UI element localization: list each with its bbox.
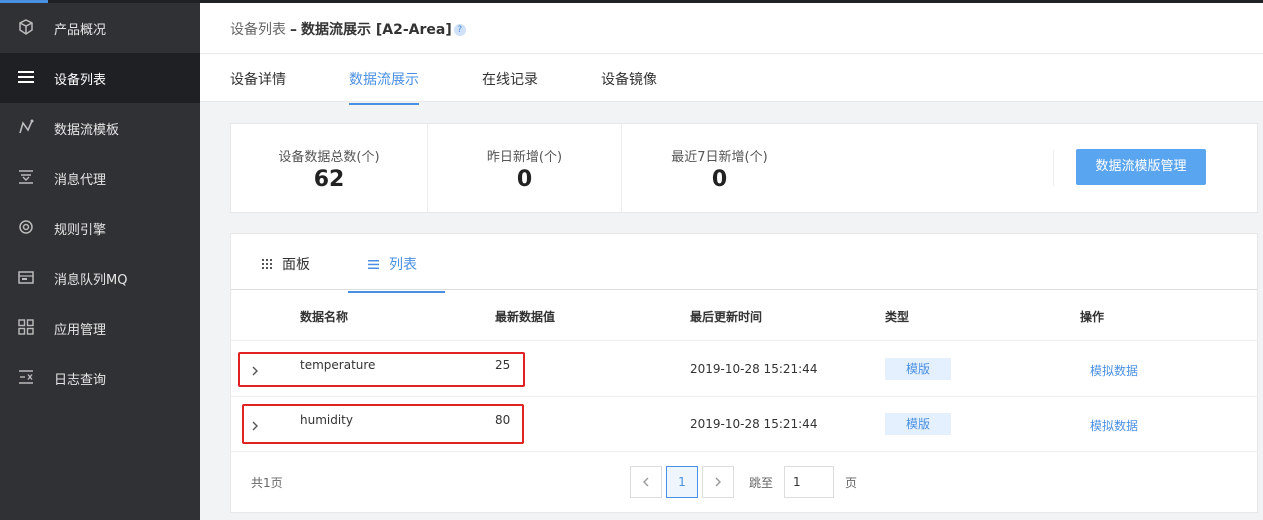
view-tab-list[interactable]: 列表 [348,254,445,293]
stat-value: 62 [313,167,345,192]
stat-value: 0 [711,167,728,192]
header-bar: 设备列表 – 数据流展示 [A2-Area]? [200,3,1263,54]
log-icon [17,368,35,386]
prev-page-button[interactable] [630,466,662,498]
sidebar-item-dataflow-template[interactable]: 数据流模板 [0,103,200,153]
update-time-cell: 2019-10-28 15:21:44 [690,417,818,431]
jump-page-input[interactable] [784,466,834,498]
view-tab-label: 面板 [282,257,310,273]
jump-to-label: 跳至 [749,476,774,490]
stat-label: 设备数据总数(个) [278,150,380,165]
breadcrumb-parent-link[interactable]: 设备列表 [230,22,286,38]
sidebar-item-message-queue[interactable]: 消息队列MQ [0,253,200,303]
pagination: 共1页 1 跳至 页 [231,454,1257,512]
sidebar-item-label: 规则引擎 [54,222,107,238]
column-header-name: 数据名称 [300,310,349,324]
type-badge: 模版 [885,413,951,435]
breadcrumb-separator: – [290,22,297,38]
sidebar-item-message-proxy[interactable]: 消息代理 [0,153,200,203]
rule-engine-icon [17,218,35,236]
simulate-data-link[interactable]: 模拟数据 [1090,417,1138,434]
dataflow-icon [17,118,35,136]
stat-last-7-days: 最近7日新增(个) 0 [622,124,817,212]
simulate-data-link[interactable]: 模拟数据 [1090,362,1138,379]
list-icon [368,259,379,269]
stat-value: 0 [516,167,533,192]
table-row: temperature 25 2019-10-28 15:21:44 模版 模拟… [231,342,1257,397]
data-name-cell: temperature [300,358,376,372]
divider [1053,150,1054,186]
sidebar-item-label: 产品概况 [54,22,107,38]
sidebar-item-device-list[interactable]: 设备列表 [0,53,200,103]
next-page-button[interactable] [702,466,734,498]
stat-total: 设备数据总数(个) 62 [231,124,427,212]
type-badge: 模版 [885,358,951,380]
table-header: 数据名称 最新数据值 最后更新时间 类型 操作 [231,291,1257,341]
data-name-cell: humidity [300,413,353,427]
tab-online-records[interactable]: 在线记录 [482,69,538,89]
top-line [0,0,1263,3]
stats-card: 设备数据总数(个) 62 昨日新增(个) 0 最近7日新增(个) 0 数据流模版… [230,123,1258,213]
breadcrumb-current: 数据流展示 [A2-Area] [301,22,452,38]
main-content: 设备列表 – 数据流展示 [A2-Area]? 设备详情 数据流展示 在线记录 设备… [200,3,1263,520]
sidebar-item-label: 应用管理 [54,322,107,338]
view-tab-panel[interactable]: 面板 [262,254,310,274]
sidebar-item-label: 消息代理 [54,172,107,188]
sidebar-item-app-management[interactable]: 应用管理 [0,303,200,353]
sidebar-item-label: 设备列表 [54,72,107,88]
sidebar-item-rule-engine[interactable]: 规则引擎 [0,203,200,253]
chevron-left-icon [643,477,649,487]
breadcrumb: 设备列表 – 数据流展示 [A2-Area]? [230,19,466,39]
sidebar-item-product-overview[interactable]: 产品概况 [0,3,200,53]
grid-dots-icon [262,259,272,269]
stat-yesterday: 昨日新增(个) 0 [428,124,621,212]
sidebar: 产品概况 设备列表 数据流模板 消息代理 规则引擎 消息队列MQ 应用管理 日志… [0,3,200,520]
column-header-value: 最新数据值 [495,310,556,324]
data-value-cell: 25 [495,358,511,372]
data-value-cell: 80 [495,413,511,427]
stat-label: 最近7日新增(个) [671,150,768,165]
column-header-type: 类型 [885,310,910,324]
queue-icon [17,268,35,286]
dataflow-template-manage-button[interactable]: 数据流模版管理 [1076,149,1206,185]
tab-dataflow-display[interactable]: 数据流展示 [349,69,419,105]
sidebar-item-log-query[interactable]: 日志查询 [0,353,200,403]
page-suffix-label: 页 [845,476,858,490]
stat-label: 昨日新增(个) [486,150,563,165]
chevron-right-icon [715,477,721,487]
view-tabs: 面板 列表 [231,234,1257,293]
cube-icon [17,18,35,36]
sidebar-item-label: 数据流模板 [54,122,120,138]
grid-icon [17,318,35,336]
page-number-button[interactable]: 1 [666,466,698,498]
chevron-right-icon[interactable] [251,417,263,431]
tab-device-mirror[interactable]: 设备镜像 [601,69,657,89]
view-tab-label: 列表 [389,257,417,273]
chevron-right-icon[interactable] [251,362,263,376]
message-proxy-icon [17,168,35,186]
table-row: humidity 80 2019-10-28 15:21:44 模版 模拟数据 [231,397,1257,452]
update-time-cell: 2019-10-28 15:21:44 [690,362,818,376]
sidebar-item-label: 消息队列MQ [54,272,128,288]
dataflow-panel: 面板 列表 数据名称 最新数据值 最后更新时间 类型 操作 temperatur… [230,233,1258,513]
column-header-time: 最后更新时间 [690,310,763,324]
top-line-accent [0,0,48,3]
help-icon[interactable]: ? [453,24,466,36]
tab-bar: 设备详情 数据流展示 在线记录 设备镜像 [200,54,1263,105]
menu-icon [17,68,35,86]
tab-device-details[interactable]: 设备详情 [230,69,286,89]
total-pages: 共1页 [251,476,283,490]
sidebar-item-label: 日志查询 [54,372,107,388]
column-header-action: 操作 [1080,310,1105,324]
